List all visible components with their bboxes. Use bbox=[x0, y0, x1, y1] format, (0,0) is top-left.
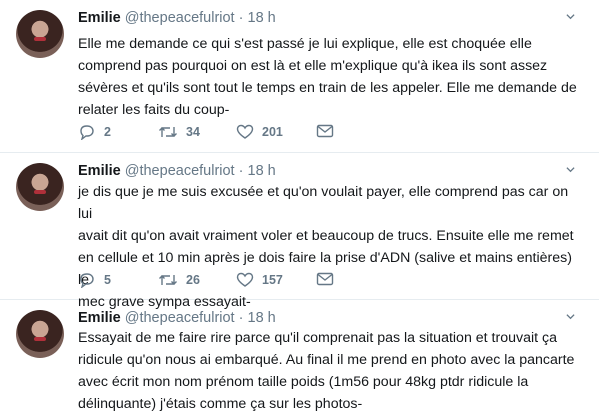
chevron-down-icon[interactable] bbox=[566, 312, 575, 321]
envelope-icon bbox=[316, 124, 334, 138]
dm-button[interactable] bbox=[316, 272, 334, 286]
retweet-icon bbox=[159, 127, 177, 137]
heart-icon bbox=[236, 272, 254, 287]
retweet-count: 34 bbox=[186, 125, 200, 139]
author-name[interactable]: Emilie bbox=[78, 10, 121, 26]
tweet-line: je dis que je me suis excusée et qu'on v… bbox=[78, 184, 569, 222]
tweet-actions: 5 26 157 bbox=[78, 272, 358, 292]
retweet-button[interactable]: 34 bbox=[158, 124, 200, 140]
separator: · bbox=[238, 163, 244, 179]
tweet-text: Essayait de me faire rire parce qu'il co… bbox=[78, 327, 578, 415]
like-count: 157 bbox=[262, 273, 283, 287]
avatar[interactable] bbox=[16, 163, 64, 211]
chevron-down-icon[interactable] bbox=[566, 165, 575, 174]
retweet-button[interactable]: 26 bbox=[158, 272, 200, 288]
chevron-down-icon[interactable] bbox=[566, 12, 575, 21]
tweet-line: avec écrit mon nom prénom taille poids (… bbox=[78, 374, 529, 390]
reply-button[interactable]: 2 bbox=[78, 124, 111, 140]
tweet-header: Emilie @thepeacefulriot · 18 h bbox=[78, 310, 276, 326]
tweet-line: Elle me demande ce qui s'est passé je lu… bbox=[78, 36, 532, 52]
reply-button[interactable]: 5 bbox=[78, 272, 111, 288]
tweet-actions: 2 34 201 bbox=[78, 124, 358, 144]
author-name[interactable]: Emilie bbox=[78, 310, 121, 326]
author-handle[interactable]: @thepeacefulriot bbox=[125, 10, 235, 26]
timestamp[interactable]: 18 h bbox=[248, 163, 276, 179]
tweet[interactable]: Emilie @thepeacefulriot · 18 h Elle me d… bbox=[0, 0, 599, 153]
timestamp[interactable]: 18 h bbox=[248, 310, 276, 326]
tweet-line: Essayait de me faire rire parce qu'il co… bbox=[78, 330, 558, 346]
tweet-line: ridicule qu'on nous ai embarqué. Au fina… bbox=[78, 352, 575, 368]
like-button[interactable]: 201 bbox=[236, 124, 283, 140]
timestamp[interactable]: 18 h bbox=[248, 10, 276, 26]
avatar[interactable] bbox=[16, 310, 64, 358]
tweet[interactable]: Emilie @thepeacefulriot · 18 h je dis qu… bbox=[0, 153, 599, 310]
dm-button[interactable] bbox=[316, 124, 334, 138]
reply-count: 2 bbox=[104, 125, 111, 139]
retweet-icon bbox=[159, 275, 177, 285]
author-name[interactable]: Emilie bbox=[78, 163, 121, 179]
separator: · bbox=[238, 310, 244, 326]
author-handle[interactable]: @thepeacefulriot bbox=[125, 310, 235, 326]
tweet-line: comprend pas pourquoi on est là et elle … bbox=[78, 58, 548, 74]
avatar[interactable] bbox=[16, 10, 64, 58]
tweet-header: Emilie @thepeacefulriot · 18 h bbox=[78, 10, 276, 26]
heart-icon bbox=[236, 124, 254, 139]
tweet-header: Emilie @thepeacefulriot · 18 h bbox=[78, 163, 276, 179]
like-count: 201 bbox=[262, 125, 283, 139]
reply-icon bbox=[80, 125, 94, 140]
tweet-text: Elle me demande ce qui s'est passé je lu… bbox=[78, 33, 578, 121]
tweet[interactable]: Emilie @thepeacefulriot · 18 h Essayait … bbox=[0, 300, 599, 412]
tweet-line: relater les faits du coup- bbox=[78, 102, 230, 118]
reply-count: 5 bbox=[104, 273, 111, 287]
tweet-line: avait dit qu'on avait vraiment voler et … bbox=[78, 228, 574, 244]
tweet-line: sévères et qu'ils sont tout le temps en … bbox=[78, 80, 577, 96]
retweet-count: 26 bbox=[186, 273, 200, 287]
separator: · bbox=[238, 10, 244, 26]
author-handle[interactable]: @thepeacefulriot bbox=[125, 163, 235, 179]
reply-icon bbox=[80, 273, 94, 288]
like-button[interactable]: 157 bbox=[236, 272, 283, 288]
tweet-text: je dis que je me suis excusée et qu'on v… bbox=[78, 181, 578, 313]
envelope-icon bbox=[316, 272, 334, 286]
